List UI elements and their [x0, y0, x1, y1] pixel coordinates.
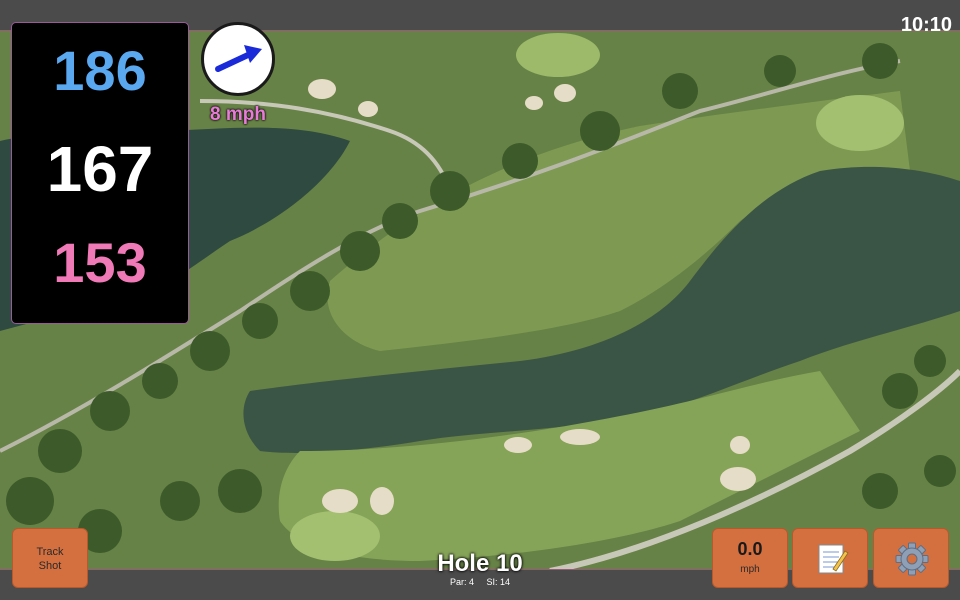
- settings-button[interactable]: [873, 528, 949, 588]
- status-clock: 10:10: [900, 14, 952, 36]
- hole-info: Par: 4 SI: 14: [380, 577, 580, 587]
- si-label: SI: 14: [486, 577, 511, 587]
- center-yardage: 167: [46, 133, 154, 205]
- notepad-icon: [818, 544, 849, 574]
- speed-value: 0.0: [737, 539, 763, 559]
- gear-icon: [895, 542, 929, 576]
- back-yardage: 186: [53, 39, 147, 102]
- notes-button[interactable]: [792, 528, 868, 588]
- yardage-panel: 186 167 153: [11, 22, 189, 324]
- track-shot-label-line2: Shot: [38, 560, 62, 572]
- arrow-icon: [215, 45, 262, 72]
- track-shot-label-line1: Track: [36, 546, 64, 558]
- wind-speed-label: 8 mph: [210, 104, 266, 125]
- speed-button[interactable]: 0.0 mph: [712, 528, 788, 588]
- hole-title: Hole 10: [437, 550, 523, 577]
- par-label: Par: 4: [449, 577, 474, 587]
- wind-indicator[interactable]: [201, 22, 275, 96]
- track-shot-button[interactable]: Track Shot: [12, 528, 88, 588]
- front-yardage: 153: [53, 231, 147, 294]
- speed-unit: mph: [740, 564, 760, 575]
